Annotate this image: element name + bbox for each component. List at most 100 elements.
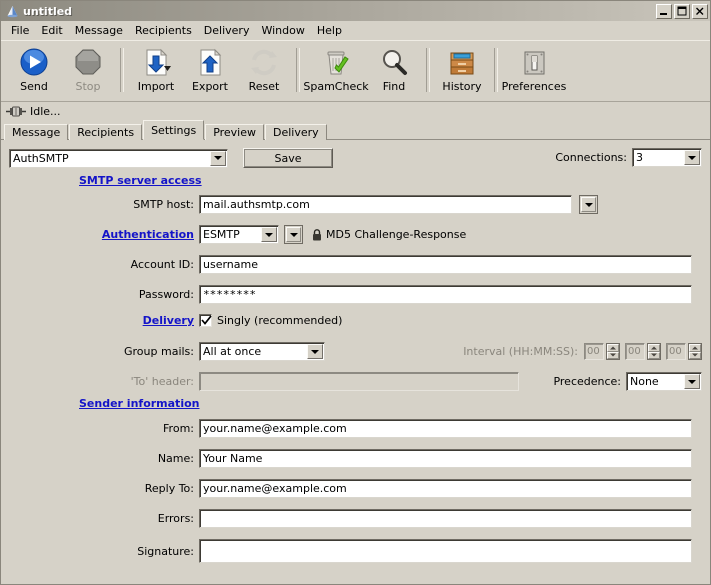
account-id-input[interactable]: username — [199, 255, 692, 274]
account-id-label: Account ID: — [130, 258, 194, 271]
spinner-down-icon[interactable] — [648, 351, 660, 359]
save-button[interactable]: Save — [243, 148, 333, 168]
chevron-down-icon[interactable] — [261, 227, 277, 242]
menu-help[interactable]: Help — [311, 22, 348, 39]
switch-panel-icon — [517, 47, 551, 79]
errors-input[interactable] — [199, 509, 692, 528]
interval-hours-value[interactable]: 00 — [584, 343, 604, 360]
singly-label: Singly (recommended) — [217, 314, 343, 327]
refresh-arrows-icon — [247, 47, 281, 79]
profile-row: AuthSMTP Save — [9, 148, 333, 168]
spamcheck-button[interactable]: SpamCheck — [303, 44, 369, 100]
menu-recipients[interactable]: Recipients — [129, 22, 198, 39]
lock-icon — [312, 228, 322, 241]
chevron-down-icon[interactable] — [684, 374, 700, 389]
tab-message[interactable]: Message — [4, 124, 69, 140]
spinner-up-icon[interactable] — [607, 344, 619, 352]
find-button[interactable]: Find — [367, 44, 421, 100]
spinner-up-icon[interactable] — [689, 344, 701, 352]
interval-label: Interval (HH:MM:SS): — [463, 345, 578, 358]
smtp-host-input[interactable]: mail.authsmtp.com — [199, 195, 572, 214]
from-input[interactable]: your.name@example.com — [199, 419, 692, 438]
group-mails-label: Group mails: — [124, 345, 194, 358]
delivery-link[interactable]: Delivery — [143, 314, 194, 327]
minimize-icon[interactable] — [656, 3, 672, 19]
history-button[interactable]: History — [435, 44, 489, 100]
connector-plug-icon — [6, 106, 26, 117]
singly-checkbox[interactable] — [199, 314, 212, 327]
group-mails-row: Group mails: All at once — [9, 342, 325, 361]
sender-section-header: Sender information — [79, 397, 199, 410]
stop-button[interactable]: Stop — [61, 44, 115, 100]
spinner-down-icon[interactable] — [607, 351, 619, 359]
interval-hours-stepper[interactable]: 00 — [584, 343, 620, 360]
auth-method-combo[interactable]: ESMTP — [199, 225, 279, 244]
tab-preview[interactable]: Preview — [205, 124, 265, 140]
interval-seconds-value[interactable]: 00 — [666, 343, 686, 360]
tab-strip: Message Recipients Settings Preview Deli… — [1, 120, 710, 140]
signature-label: Signature: — [137, 544, 194, 558]
group-mails-value: All at once — [203, 345, 262, 358]
to-header-input[interactable] — [199, 372, 519, 391]
interval-minutes-stepper[interactable]: 00 — [625, 343, 661, 360]
smtp-host-history-button[interactable] — [579, 195, 598, 214]
window-title: untitled — [23, 4, 73, 18]
tab-settings[interactable]: Settings — [143, 120, 205, 140]
auth-security-text: MD5 Challenge-Response — [326, 228, 467, 241]
chevron-down-icon[interactable] — [307, 344, 323, 359]
menu-message[interactable]: Message — [69, 22, 129, 39]
stop-label: Stop — [75, 80, 101, 93]
chevron-down-icon[interactable] — [684, 150, 700, 165]
menu-file[interactable]: File — [5, 22, 35, 39]
group-mails-combo[interactable]: All at once — [199, 342, 325, 361]
reply-to-label: Reply To: — [144, 482, 194, 495]
application-window: untitled File Edit Message Recipients De… — [0, 0, 711, 585]
menu-delivery[interactable]: Delivery — [198, 22, 256, 39]
send-label: Send — [20, 80, 48, 93]
connections-combo[interactable]: 3 — [632, 148, 702, 167]
preferences-button[interactable]: Preferences — [502, 44, 566, 100]
interval-minutes-value[interactable]: 00 — [625, 343, 645, 360]
menu-edit[interactable]: Edit — [35, 22, 68, 39]
signature-input[interactable] — [199, 539, 692, 563]
send-button[interactable]: Send — [7, 44, 61, 100]
from-label: From: — [163, 422, 194, 435]
profile-combo[interactable]: AuthSMTP — [9, 148, 228, 168]
export-button[interactable]: Export — [183, 44, 237, 100]
authentication-link-wrap: Authentication — [9, 228, 199, 241]
stop-octagon-icon — [71, 47, 105, 79]
spinner-down-icon[interactable] — [689, 351, 701, 359]
smtp-server-access-link[interactable]: SMTP server access — [79, 174, 202, 187]
auth-options-button[interactable] — [284, 225, 303, 244]
precedence-value: None — [630, 375, 659, 388]
menu-window[interactable]: Window — [255, 22, 310, 39]
reply-to-row: Reply To: your.name@example.com — [9, 479, 704, 498]
name-row: Name: Your Name — [9, 449, 704, 468]
interval-hours-arrows[interactable] — [606, 343, 620, 360]
import-button[interactable]: Import — [129, 44, 183, 100]
cone-icon — [5, 4, 20, 19]
interval-seconds-stepper[interactable]: 00 — [666, 343, 702, 360]
to-header-label: 'To' header: — [130, 375, 194, 388]
reply-to-input[interactable]: your.name@example.com — [199, 479, 692, 498]
delivery-link-wrap: Delivery — [9, 314, 199, 327]
interval-seconds-arrows[interactable] — [688, 343, 702, 360]
auth-method-value: ESMTP — [203, 228, 240, 241]
password-input[interactable]: ******** — [199, 285, 692, 304]
connections-value: 3 — [636, 151, 643, 164]
name-input[interactable]: Your Name — [199, 449, 692, 468]
tab-recipients[interactable]: Recipients — [69, 124, 143, 140]
spinner-up-icon[interactable] — [648, 344, 660, 352]
interval-minutes-arrows[interactable] — [647, 343, 661, 360]
chevron-down-icon[interactable] — [164, 61, 171, 74]
close-icon[interactable] — [692, 3, 708, 19]
precedence-combo[interactable]: None — [626, 372, 702, 391]
file-cabinet-icon — [445, 47, 479, 79]
sender-information-link[interactable]: Sender information — [79, 397, 199, 410]
maximize-icon[interactable] — [674, 3, 690, 19]
reset-button[interactable]: Reset — [237, 44, 291, 100]
chevron-down-icon[interactable] — [210, 150, 226, 166]
history-label: History — [442, 80, 482, 93]
tab-delivery[interactable]: Delivery — [265, 124, 327, 140]
authentication-link[interactable]: Authentication — [102, 228, 194, 241]
